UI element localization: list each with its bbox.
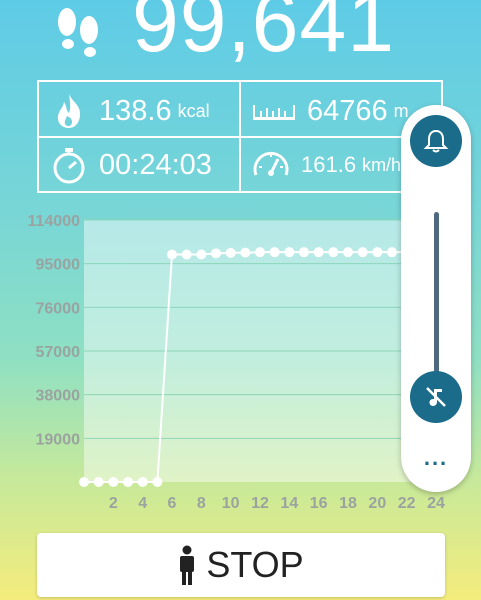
chart-point [328, 247, 339, 258]
x-tick-label: 10 [222, 495, 240, 512]
x-tick-label: 22 [398, 495, 416, 512]
chart-point [123, 477, 133, 487]
stopwatch-icon [53, 148, 85, 184]
chart-point [152, 477, 163, 487]
chart-point [357, 247, 368, 258]
stop-button[interactable]: STOP [37, 533, 445, 597]
chart-point [167, 249, 177, 260]
calories-value: 138.6 [99, 94, 172, 127]
x-tick-label: 4 [138, 495, 147, 512]
chart-x-axis: 2 4 6 8 10 12 14 16 18 20 22 24 [109, 495, 445, 512]
chart-point [284, 247, 295, 258]
speed-value: 161.6 [301, 152, 357, 177]
chart-point [343, 247, 353, 258]
ruler-icon [253, 105, 295, 120]
x-tick-label: 8 [197, 495, 206, 512]
calories-stat: 138.6 kcal [39, 84, 239, 138]
chart-point [372, 247, 383, 258]
volume-panel: ... [401, 105, 471, 492]
y-tick-label: 38000 [36, 388, 81, 405]
media-volume-button[interactable] [410, 371, 462, 423]
chart-y-axis: 19000 38000 57000 76000 95000 114000 [27, 213, 80, 448]
chart-point [196, 249, 207, 260]
x-tick-label: 24 [427, 495, 445, 512]
duration-stat: 00:24:03 [39, 138, 239, 192]
chart-point [211, 248, 221, 259]
bell-icon [423, 129, 449, 153]
chart-point [299, 247, 309, 258]
x-tick-label: 20 [368, 495, 386, 512]
chart-point [225, 247, 236, 258]
y-tick-label: 76000 [36, 300, 81, 317]
speedometer-icon [253, 152, 289, 176]
y-tick-label: 57000 [36, 344, 81, 361]
calories-unit: kcal [177, 100, 210, 121]
speed-unit: km/h [362, 154, 402, 175]
distance-unit: m [393, 100, 409, 121]
ring-mode-button[interactable] [410, 115, 462, 167]
stop-button-label: STOP [206, 544, 304, 585]
footprints-icon [58, 8, 98, 57]
x-tick-label: 2 [109, 495, 118, 512]
x-tick-label: 6 [168, 495, 177, 512]
y-tick-label: 95000 [36, 257, 81, 274]
flame-icon [57, 94, 81, 128]
x-tick-label: 18 [339, 495, 357, 512]
chart-point [108, 477, 119, 487]
chart-point [255, 247, 265, 258]
chart-point [137, 477, 148, 487]
chart-point [269, 247, 280, 258]
person-icon [180, 545, 195, 585]
y-tick-label: 19000 [36, 431, 81, 448]
volume-more-button[interactable]: ... [401, 445, 471, 471]
chart-point [387, 247, 397, 258]
x-tick-label: 14 [280, 495, 298, 512]
chart-point [313, 247, 324, 258]
x-tick-label: 16 [310, 495, 328, 512]
stats-grid: 138.6 kcal 64766 m 00:24:03 161.6 km/h [37, 80, 443, 193]
music-off-icon [426, 387, 446, 407]
chart-point [93, 477, 104, 487]
steps-count: 99,641 [132, 0, 395, 69]
duration-value: 00:24:03 [99, 148, 212, 181]
chart-point [79, 477, 89, 487]
chart-point [240, 247, 251, 258]
y-tick-label: 114000 [27, 213, 80, 230]
distance-value: 64766 [307, 94, 388, 127]
chart-point [181, 249, 192, 260]
step-counter-header: 99,641 [0, 0, 481, 72]
x-tick-label: 12 [251, 495, 269, 512]
